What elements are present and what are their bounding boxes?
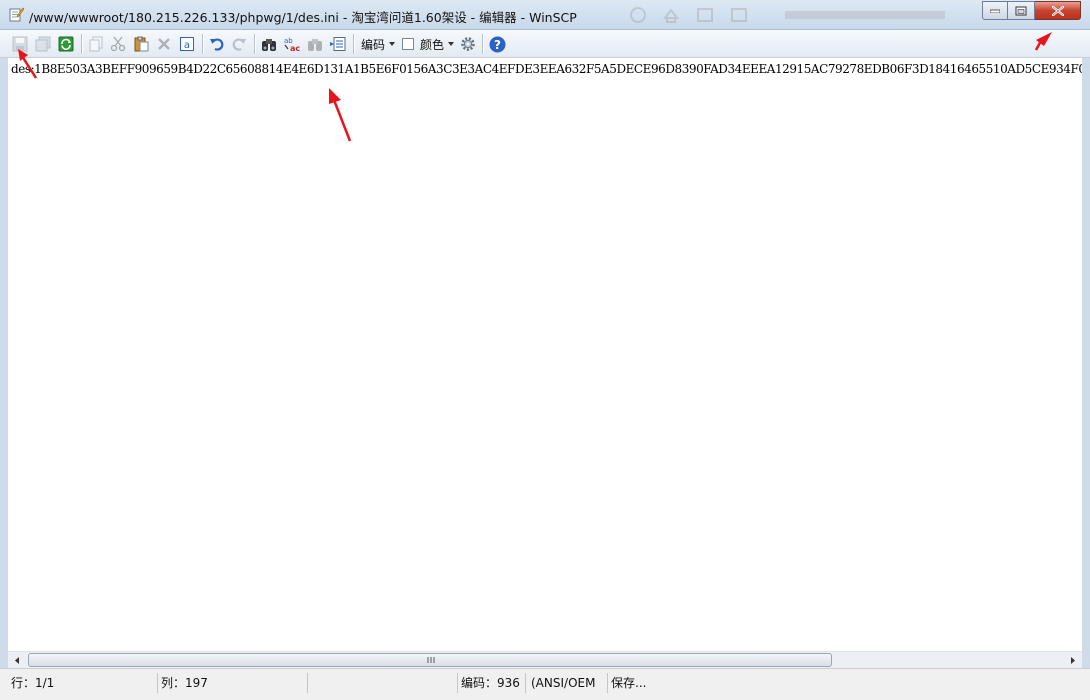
text-editor[interactable]: des:1B8E503A3BEFF909659B4D22C65608814E4E…: [8, 58, 1082, 651]
goto-line-button[interactable]: [328, 34, 348, 54]
notepad-edit-icon: [9, 7, 24, 22]
scrollbar-grip-icon: [427, 657, 435, 663]
close-icon: [1051, 5, 1064, 16]
dropdown-caret-icon: [389, 42, 396, 46]
minimize-icon: [990, 9, 1000, 13]
horizontal-scrollbar[interactable]: [8, 651, 1082, 668]
paste-button[interactable]: [131, 34, 151, 54]
status-char-code: 编码：936: [458, 673, 526, 693]
window-frame-right: [1082, 58, 1090, 668]
annotation-arrow-close: [1034, 32, 1052, 51]
copy-icon: [89, 36, 103, 52]
copy-button[interactable]: [86, 34, 106, 54]
gear-icon: [461, 37, 475, 51]
status-row: 行：1/1: [8, 673, 158, 693]
title-bar[interactable]: /www/wwwroot/180.215.226.133/phpwg/1/des…: [0, 0, 1090, 30]
color-dropdown[interactable]: 颜色: [402, 35, 455, 53]
status-save: 保存...: [611, 676, 647, 690]
help-icon: ?: [489, 36, 505, 52]
svg-text:ac: ac: [290, 44, 300, 52]
find-next-button[interactable]: [305, 34, 325, 54]
reload-icon: [58, 36, 74, 52]
paste-icon: [134, 36, 149, 52]
find-next-icon: [308, 39, 322, 51]
replace-icon: abac: [284, 37, 300, 52]
undo-icon: [210, 38, 224, 51]
scrollbar-thumb[interactable]: [28, 653, 832, 667]
binoculars-icon: [262, 39, 276, 51]
scroll-right-arrow-icon[interactable]: [1067, 655, 1079, 666]
restore-icon: [1015, 6, 1027, 15]
color-checkbox[interactable]: [402, 38, 414, 50]
window-frame-left: [0, 58, 8, 668]
replace-button[interactable]: ab ac: [282, 34, 302, 54]
dropdown-caret-icon: [448, 42, 455, 46]
find-button[interactable]: [259, 34, 279, 54]
help-button[interactable]: ?: [487, 34, 507, 54]
status-empty: [308, 673, 458, 693]
redo-button[interactable]: [229, 34, 249, 54]
minimize-button[interactable]: [982, 1, 1008, 20]
goto-line-icon: [330, 37, 346, 51]
preferences-button[interactable]: [458, 34, 478, 54]
scissors-icon: [110, 36, 126, 52]
status-encoding: (ANSI/OEM: [526, 673, 608, 693]
svg-text:?: ?: [494, 38, 501, 52]
editor-line-1[interactable]: des:1B8E503A3BEFF909659B4D22C65608814E4E…: [11, 62, 1082, 76]
maximize-button[interactable]: [1008, 1, 1035, 20]
undo-button[interactable]: [207, 34, 227, 54]
background-browser-icons: [630, 7, 945, 23]
reload-button[interactable]: [56, 34, 76, 54]
delete-x-icon: [158, 38, 170, 50]
status-column: 列：197: [158, 673, 308, 693]
close-button[interactable]: [1035, 1, 1081, 20]
delete-button[interactable]: [154, 34, 174, 54]
color-label: 颜色: [420, 37, 445, 52]
encoding-label: 编码: [361, 37, 386, 52]
encoding-dropdown[interactable]: 编码: [361, 35, 396, 53]
scroll-left-arrow-icon[interactable]: [11, 655, 23, 666]
status-bar: 行：1/1 列：197 编码：936 (ANSI/OEM 保存...: [0, 668, 1090, 700]
annotation-arrow-save: [18, 49, 38, 79]
cut-button[interactable]: [108, 34, 128, 54]
select-all-icon: a: [180, 37, 194, 51]
select-all-button[interactable]: a: [177, 34, 197, 54]
annotation-arrow-text: [329, 88, 352, 142]
window-title: /www/wwwroot/180.215.226.133/phpwg/1/des…: [29, 10, 577, 25]
editor-toolbar: a ab ac 编码 颜色 ?: [0, 30, 1090, 58]
redo-icon: [232, 38, 246, 51]
svg-text:a: a: [184, 40, 190, 51]
